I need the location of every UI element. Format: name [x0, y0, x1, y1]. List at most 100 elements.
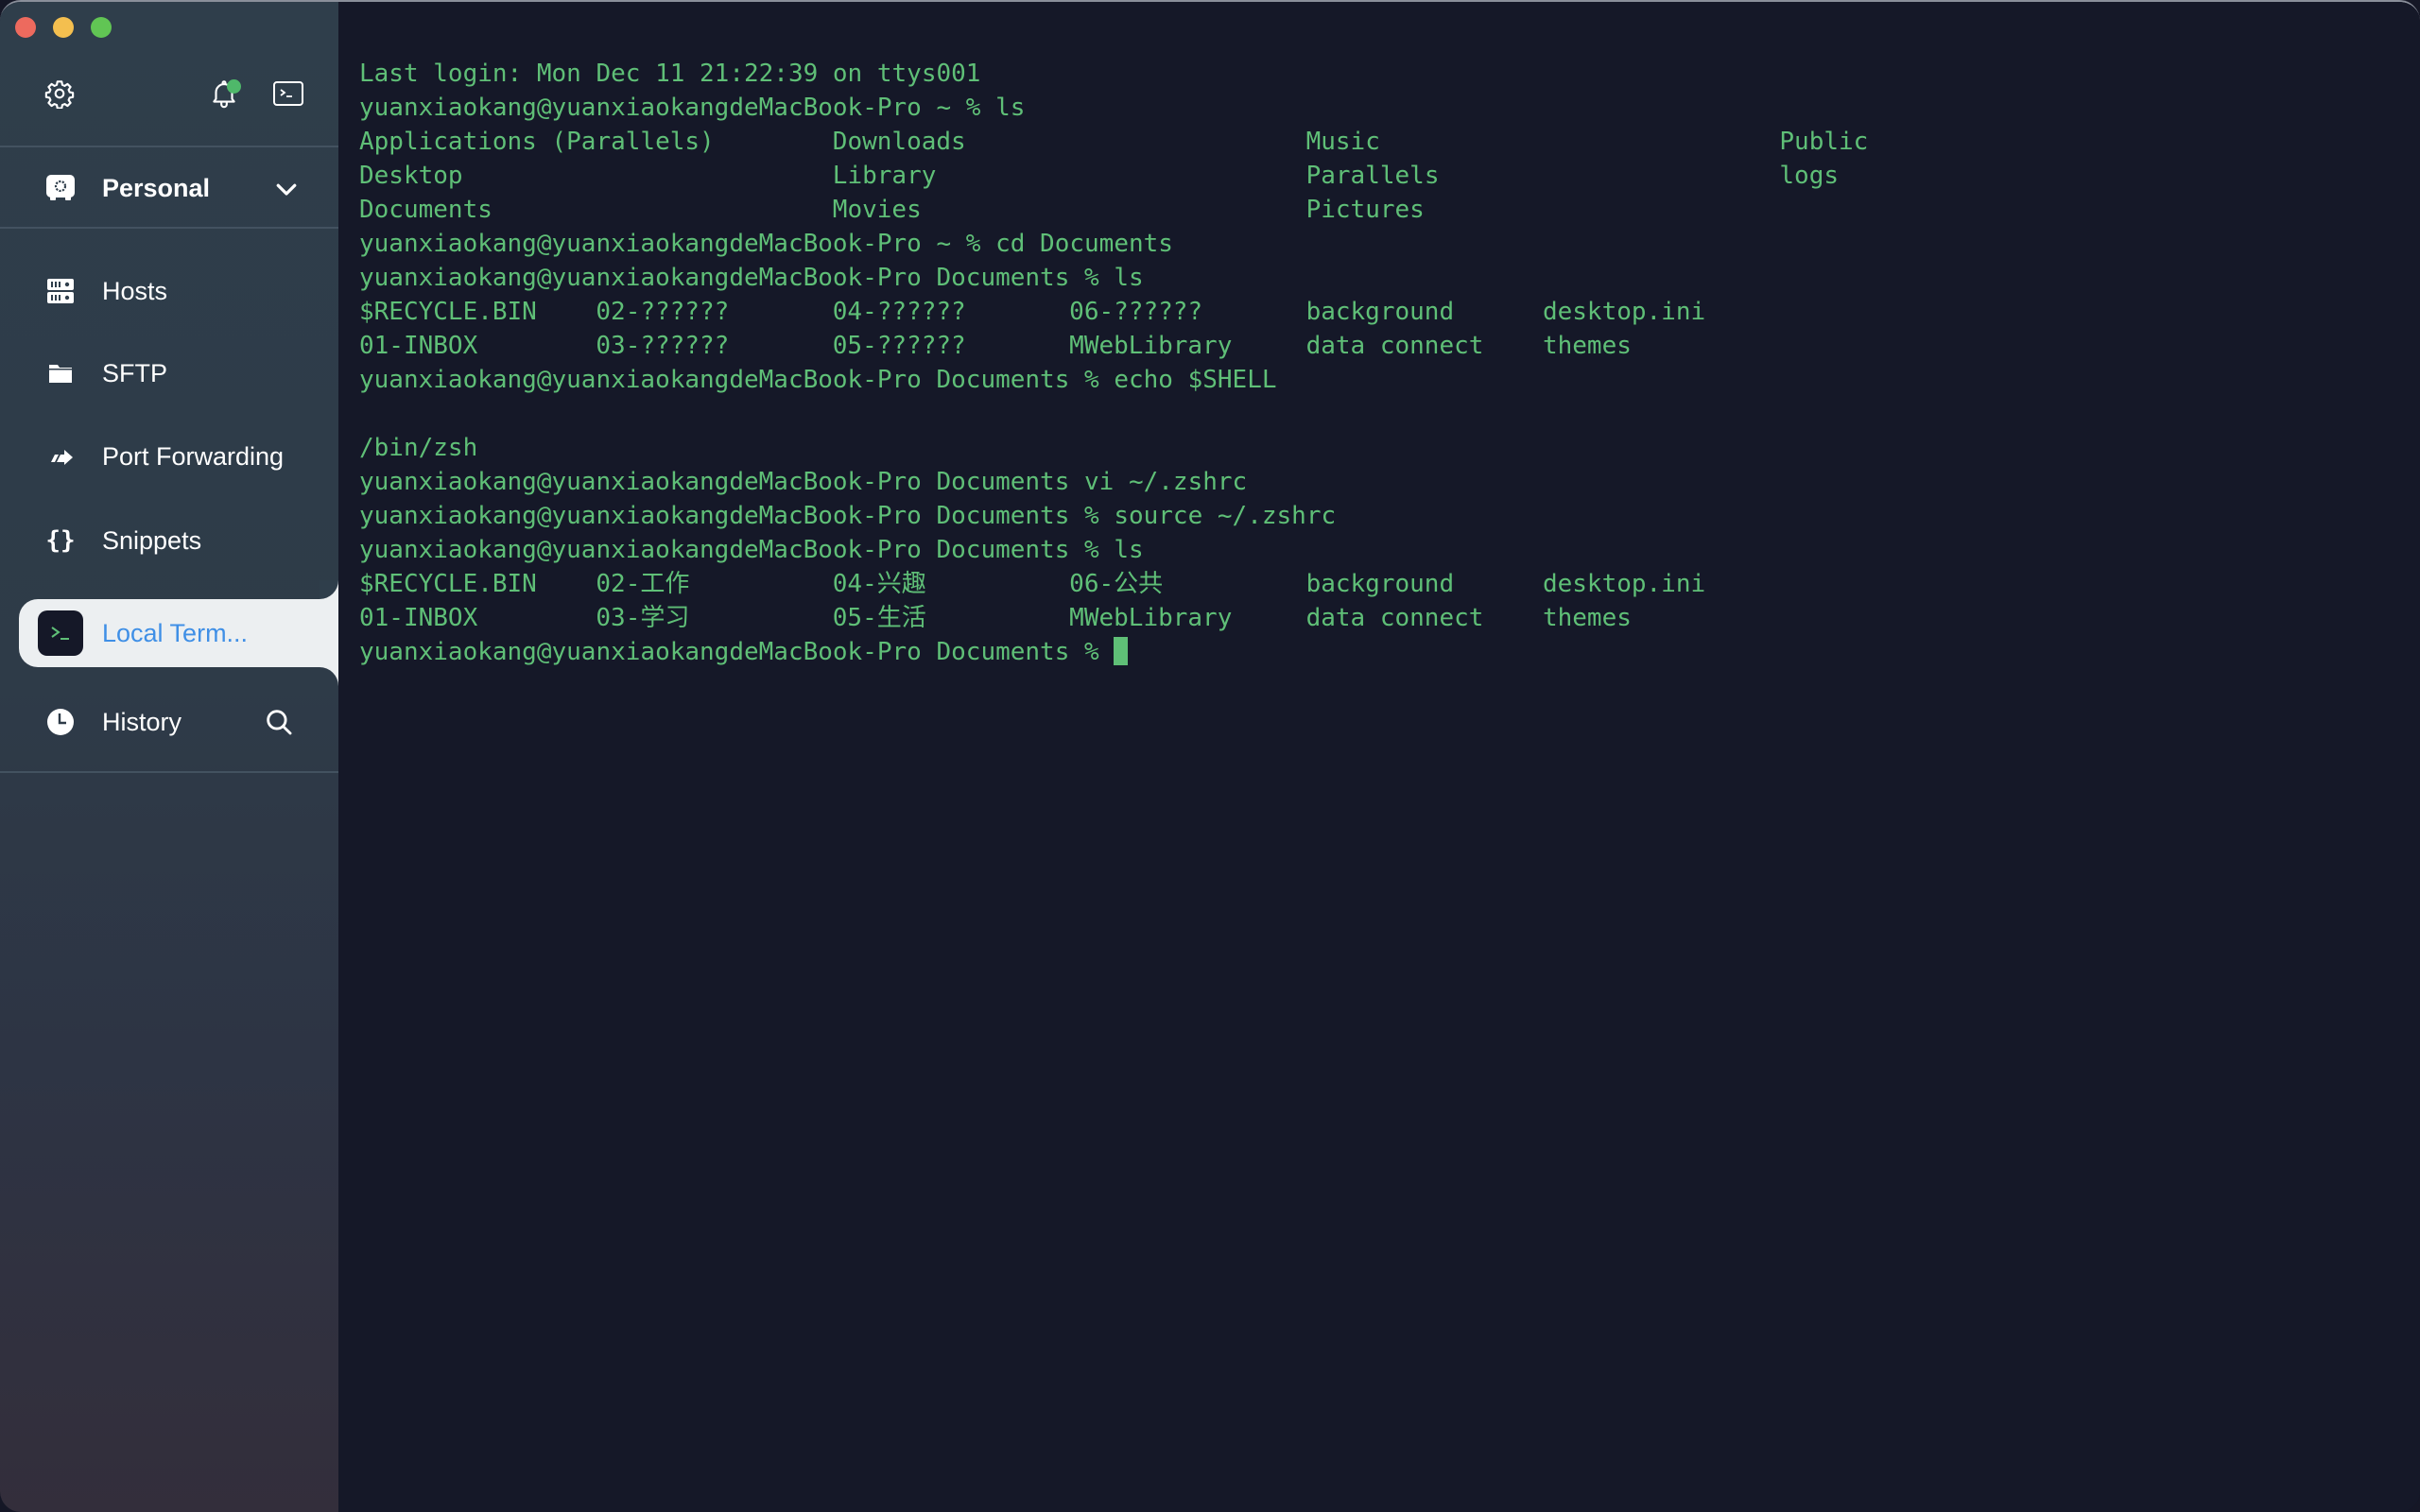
vault-selector[interactable]: Personal: [0, 148, 338, 228]
ls-entry: Library: [832, 162, 937, 190]
ls-entry: 02-??????: [596, 298, 730, 326]
terminal-line: yuanxiaokang@yuanxiaokangdeMacBook-Pro D…: [359, 465, 2253, 499]
terminal-output[interactable]: Last login: Mon Dec 11 21:22:39 on ttys0…: [359, 57, 2253, 669]
line-text: yuanxiaokang@yuanxiaokangdeMacBook-Pro D…: [359, 502, 1337, 530]
terminal-cursor: [1114, 636, 1129, 665]
braces-icon: {}: [45, 526, 76, 555]
ls-entry: themes: [1542, 332, 1632, 360]
line-text: yuanxiaokang@yuanxiaokangdeMacBook-Pro D…: [359, 366, 1277, 394]
sidebar-item-label: Port Forwarding: [102, 441, 285, 471]
notification-badge: [227, 79, 241, 94]
ls-entry: 06-??????: [1069, 298, 1203, 326]
ls-entry: Pictures: [1305, 196, 1425, 224]
ls-entry: Public: [1779, 128, 1869, 156]
sidebar-item-history[interactable]: History: [0, 689, 246, 755]
gear-icon: [44, 80, 75, 109]
terminal-line: Desktop Library Parallels logs: [359, 159, 2253, 193]
notifications-button[interactable]: [208, 77, 241, 110]
ls-entry: desktop.ini: [1542, 298, 1706, 326]
vault-name: Personal: [102, 173, 211, 202]
ls-entry: background: [1305, 570, 1455, 598]
terminal-line: yuanxiaokang@yuanxiaokangdeMacBook-Pro D…: [359, 261, 2253, 295]
ls-entry: data connect: [1305, 604, 1484, 632]
sidebar-divider: [0, 771, 338, 773]
ls-entry: $RECYCLE.BIN: [359, 298, 537, 326]
ls-entry: Desktop: [359, 162, 463, 190]
folder-icon: [45, 358, 76, 388]
ls-entry: Music: [1305, 128, 1380, 156]
terminal-line: yuanxiaokang@yuanxiaokangdeMacBook-Pro D…: [359, 635, 2253, 669]
terminal-line: 01-INBOX 03-?????? 05-?????? MWebLibrary dat…: [359, 329, 2253, 363]
terminal-line: Last login: Mon Dec 11 21:22:39 on ttys0…: [359, 57, 2253, 91]
terminal-line: 01-INBOX 03-学习 05-生活 MWebLibrary data connec…: [359, 601, 2253, 635]
sidebar-item-label: History: [102, 707, 182, 736]
terminal-pane[interactable]: Last login: Mon Dec 11 21:22:39 on ttys0…: [338, 2, 2420, 1512]
ls-entry: $RECYCLE.BIN: [359, 570, 537, 598]
ls-entry: MWebLibrary: [1069, 332, 1233, 360]
line-text: yuanxiaokang@yuanxiaokangdeMacBook-Pro D…: [359, 536, 1144, 564]
sidebar-item-port-forwarding[interactable]: Port Forwarding: [0, 423, 338, 490]
sidebar-item-sftp[interactable]: SFTP: [0, 340, 338, 406]
ls-entry: background: [1305, 298, 1455, 326]
ls-entry: 01-INBOX: [359, 604, 478, 632]
terminal-line: Documents Movies Pictures: [359, 193, 2253, 227]
sidebar-item-hosts[interactable]: Hosts: [0, 258, 338, 324]
chevron-down-icon: [276, 183, 297, 196]
sidebar-item-local-terminal[interactable]: Local Term...: [19, 599, 338, 667]
sidebar-item-label: Snippets: [102, 525, 202, 555]
line-text: Last login: Mon Dec 11 21:22:39 on ttys0…: [359, 60, 981, 88]
window-close-button[interactable]: [15, 17, 36, 38]
ls-entry: Downloads: [832, 128, 966, 156]
ls-entry: desktop.ini: [1542, 570, 1706, 598]
line-text: yuanxiaokang@yuanxiaokangdeMacBook-Pro D…: [359, 468, 1248, 496]
ls-entry: 01-INBOX: [359, 332, 478, 360]
settings-button[interactable]: [43, 77, 76, 110]
window-minimize-button[interactable]: [53, 17, 74, 38]
terminal-line: yuanxiaokang@yuanxiaokangdeMacBook-Pro D…: [359, 533, 2253, 567]
line-text: yuanxiaokang@yuanxiaokangdeMacBook-Pro D…: [359, 264, 1144, 292]
sidebar-divider: [0, 146, 338, 147]
sidebar: Personal Hosts SFTP Port Forwarding {} S…: [0, 2, 338, 1512]
terminal-line: yuanxiaokang@yuanxiaokangdeMacBook-Pro D…: [359, 499, 2253, 533]
terminal-prompt-icon: [38, 610, 83, 656]
ls-entry: 04-??????: [832, 298, 966, 326]
vault-icon: [46, 175, 75, 200]
sidebar-item-label: SFTP: [102, 358, 168, 387]
new-local-terminal-button[interactable]: [272, 77, 304, 110]
ls-entry: MWebLibrary: [1069, 604, 1233, 632]
active-tab-notch: [320, 580, 338, 599]
server-icon: [45, 276, 76, 306]
prompt-text: yuanxiaokang@yuanxiaokangdeMacBook-Pro D…: [359, 638, 1115, 666]
ls-entry: 02-工作: [596, 570, 690, 598]
sidebar-divider: [0, 227, 338, 229]
sidebar-item-label: Local Term...: [102, 618, 249, 647]
line-text: yuanxiaokang@yuanxiaokangdeMacBook-Pro ~…: [359, 94, 1026, 122]
sidebar-item-snippets[interactable]: {} Snippets: [0, 507, 338, 574]
ls-entry: 05-??????: [832, 332, 966, 360]
window-zoom-button[interactable]: [91, 17, 112, 38]
terminal-line: yuanxiaokang@yuanxiaokangdeMacBook-Pro ~…: [359, 91, 2253, 125]
ls-entry: Documents: [359, 196, 493, 224]
ls-entry: 05-生活: [832, 604, 926, 632]
search-icon: [267, 710, 292, 735]
clock-icon: [45, 707, 76, 737]
ls-entry: Parallels: [1305, 162, 1440, 190]
ls-entry: 03-??????: [596, 332, 730, 360]
active-tab-notch: [320, 667, 338, 686]
ls-entry: [1779, 193, 2253, 227]
history-search-button[interactable]: [263, 706, 295, 738]
line-text: /bin/zsh: [359, 434, 478, 462]
sidebar-item-label: Hosts: [102, 276, 168, 305]
ls-entry: 04-兴趣: [832, 570, 926, 598]
port-forward-icon: [45, 441, 76, 472]
terminal-line: /bin/zsh: [359, 431, 2253, 465]
terminal-line: Applications (Parallels) Downloads Music Pu…: [359, 125, 2253, 159]
terminal-line: yuanxiaokang@yuanxiaokangdeMacBook-Pro D…: [359, 363, 2253, 397]
ls-entry: Movies: [832, 196, 922, 224]
terminal-line: $RECYCLE.BIN 02-工作 04-兴趣 06-公共 background des…: [359, 567, 2253, 601]
ls-entry: 03-学习: [596, 604, 690, 632]
terminal-icon: [273, 81, 303, 106]
line-text: yuanxiaokang@yuanxiaokangdeMacBook-Pro ~…: [359, 230, 1173, 258]
ls-entry: logs: [1779, 162, 1840, 190]
terminal-line: yuanxiaokang@yuanxiaokangdeMacBook-Pro ~…: [359, 227, 2253, 261]
